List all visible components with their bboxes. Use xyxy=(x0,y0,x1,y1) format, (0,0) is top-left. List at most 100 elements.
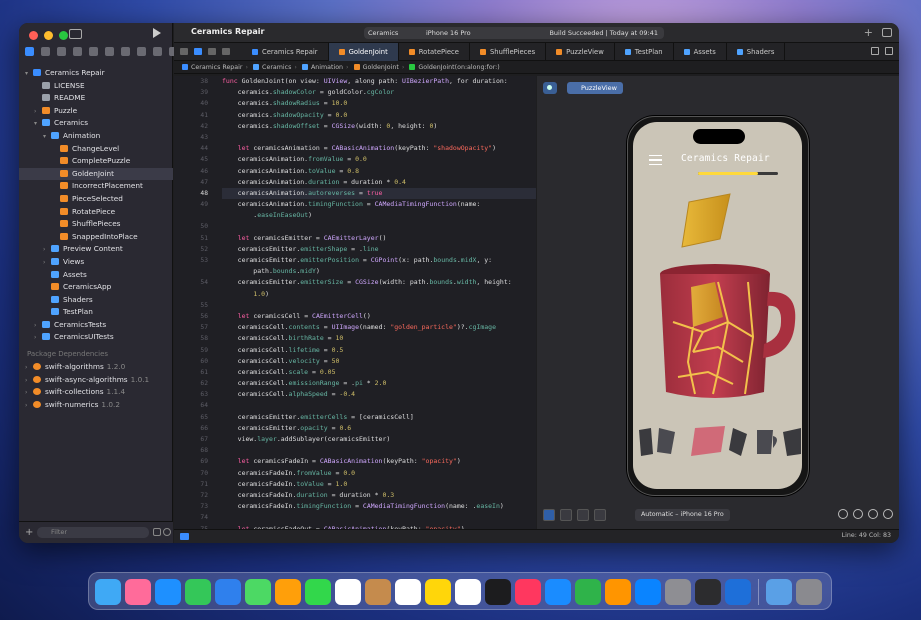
zoom-button[interactable] xyxy=(59,31,68,40)
code-line[interactable]: ceramicsEmitter.emitterShape = .line xyxy=(222,244,536,255)
calendar-icon[interactable] xyxy=(335,579,361,605)
mail-icon[interactable] xyxy=(215,579,241,605)
downloads-icon[interactable] xyxy=(766,579,792,605)
code-line[interactable] xyxy=(222,512,536,523)
debug-icon[interactable] xyxy=(137,47,146,56)
xcode-icon[interactable] xyxy=(725,579,751,605)
pages-icon[interactable] xyxy=(605,579,631,605)
code-line[interactable]: ceramicsCell.scale = 0.05 xyxy=(222,367,536,378)
code-line[interactable]: ceramicsAnimation.timingFunction = CAMed… xyxy=(222,199,536,210)
source-filter-icon[interactable] xyxy=(163,528,171,536)
zoom-out-icon[interactable] xyxy=(838,509,848,519)
editor-tab[interactable]: RotatePiece xyxy=(399,43,470,61)
tray-piece[interactable] xyxy=(757,430,777,454)
split-editor-icon[interactable] xyxy=(885,47,893,55)
music-icon[interactable] xyxy=(515,579,541,605)
selectable-mode-icon[interactable] xyxy=(560,509,572,521)
minimize-button[interactable] xyxy=(44,31,53,40)
code-line[interactable]: ceramics.shadowOffset = CGSize(width: 0,… xyxy=(222,121,536,132)
code-line[interactable]: ceramicsFadeIn.fromValue = 0.0 xyxy=(222,468,536,479)
editor-tab[interactable]: Ceramics Repair xyxy=(242,43,329,61)
sidebar-item[interactable]: IncorrectPlacement xyxy=(19,180,173,193)
find-icon[interactable] xyxy=(89,47,98,56)
filter-input[interactable]: Filter xyxy=(37,527,149,538)
safari-icon[interactable] xyxy=(155,579,181,605)
trash-icon[interactable] xyxy=(796,579,822,605)
code-line[interactable]: let ceramicsCell = CAEmitterCell() xyxy=(222,311,536,322)
pin-icon[interactable] xyxy=(543,82,557,94)
close-tab-icon[interactable] xyxy=(180,48,188,55)
code-line[interactable]: ceramicsFadeIn.duration = duration * 0.3 xyxy=(222,490,536,501)
code-line[interactable]: ceramicsFadeIn.toValue = 1.0 xyxy=(222,479,536,490)
editor-tab[interactable]: ShufflePieces xyxy=(470,43,547,61)
symbol-icon[interactable] xyxy=(73,47,82,56)
tray-piece[interactable] xyxy=(783,428,801,456)
keynote-icon[interactable] xyxy=(545,579,571,605)
code-line[interactable]: ceramicsEmitter.emitterPosition = CGPoin… xyxy=(222,255,536,266)
sidebar-item[interactable]: SnappedIntoPlace xyxy=(19,231,173,244)
sidebar-item[interactable]: › Preview Content xyxy=(19,243,173,256)
code-line[interactable]: ceramicsCell.alphaSpeed = -0.4 xyxy=(222,389,536,400)
code-line[interactable]: ceramicsAnimation.toValue = 0.8 xyxy=(222,166,536,177)
close-button[interactable] xyxy=(29,31,38,40)
editor-options-icon[interactable] xyxy=(871,47,879,55)
code-line[interactable]: ceramics.shadowColor = goldColor.cgColor xyxy=(222,87,536,98)
bookmark-icon[interactable] xyxy=(57,47,66,56)
messages-icon[interactable] xyxy=(185,579,211,605)
breadcrumb-item[interactable]: Ceramics Repair xyxy=(191,64,243,71)
code-line[interactable]: ceramicsEmitter.opacity = 0.6 xyxy=(222,423,536,434)
issue-icon[interactable] xyxy=(105,47,114,56)
run-icon[interactable] xyxy=(153,28,161,38)
editor-tab[interactable]: TestPlan xyxy=(615,43,674,61)
sidebar-item[interactable]: › Puzzle xyxy=(19,105,173,118)
reminders-icon[interactable] xyxy=(395,579,421,605)
sidebar-item[interactable]: ChangeLevel xyxy=(19,143,173,156)
package-item[interactable]: › swift-numerics 1.0.2 xyxy=(19,399,173,412)
sidebar-item[interactable]: PieceSelected xyxy=(19,193,173,206)
add-icon[interactable]: + xyxy=(864,26,873,39)
sidebar-item[interactable]: ShufflePieces xyxy=(19,218,173,231)
sidebar-toggle-icon[interactable] xyxy=(69,29,82,39)
project-navigator-icon[interactable] xyxy=(25,47,34,56)
sidebar-item[interactable]: RotatePiece xyxy=(19,206,173,219)
code-line[interactable]: path.bounds.midY) xyxy=(222,266,536,277)
related-items-icon[interactable] xyxy=(194,48,202,55)
appstore-icon[interactable] xyxy=(635,579,661,605)
breakpoint-icon[interactable] xyxy=(153,47,162,56)
code-line[interactable]: ceramicsEmitter.emitterSize = CGSize(wid… xyxy=(222,277,536,288)
sidebar-item[interactable]: ▾ Ceramics xyxy=(19,117,173,130)
code-line[interactable]: let ceramicsEmitter = CAEmitterLayer() xyxy=(222,233,536,244)
notes-icon[interactable] xyxy=(425,579,451,605)
variants-icon[interactable] xyxy=(577,509,589,521)
add-icon[interactable]: + xyxy=(25,527,33,538)
code-line[interactable] xyxy=(222,445,536,456)
sidebar-item[interactable]: LICENSE xyxy=(19,80,173,93)
package-item[interactable]: › swift-algorithms 1.2.0 xyxy=(19,361,173,374)
scheme-selector[interactable]: Ceramics iPhone 16 Pro Build Succeeded |… xyxy=(364,27,664,39)
code-line[interactable] xyxy=(222,400,536,411)
editor-tab[interactable]: Assets xyxy=(674,43,727,61)
code-line[interactable]: 1.0) xyxy=(222,289,536,300)
sidebar-item[interactable]: ▾ Animation xyxy=(19,130,173,143)
sidebar-item[interactable]: TestPlan xyxy=(19,306,173,319)
code-line[interactable]: ceramicsCell.contents = UIImage(named: "… xyxy=(222,322,536,333)
maps-icon[interactable] xyxy=(245,579,271,605)
editor-tab[interactable]: Shaders xyxy=(727,43,786,61)
code-line[interactable]: ceramicsCell.emissionRange = .pi * 2.0 xyxy=(222,378,536,389)
code-line[interactable] xyxy=(222,221,536,232)
code-line[interactable] xyxy=(222,132,536,143)
tray-piece[interactable] xyxy=(729,428,747,456)
scheme-device[interactable]: iPhone 16 Pro xyxy=(426,27,471,39)
sidebar-item[interactable]: CeramicsApp xyxy=(19,281,173,294)
forward-icon[interactable] xyxy=(222,48,230,55)
code-line[interactable]: ceramicsAnimation.autoreverses = true xyxy=(222,187,536,200)
recent-filter-icon[interactable] xyxy=(153,528,161,536)
floating-gold-piece[interactable] xyxy=(681,193,731,248)
code-line[interactable]: view.layer.addSublayer(ceramicsEmitter) xyxy=(222,434,536,445)
device-settings-icon[interactable] xyxy=(594,509,606,521)
live-mode-icon[interactable] xyxy=(543,509,555,521)
code-line[interactable]: let ceramicsAnimation = CABasicAnimation… xyxy=(222,143,536,154)
code-line[interactable]: ceramicsCell.velocity = 50 xyxy=(222,356,536,367)
finder-icon[interactable] xyxy=(95,579,121,605)
code-line[interactable]: ceramicsFadeIn.timingFunction = CAMediaT… xyxy=(222,501,536,512)
